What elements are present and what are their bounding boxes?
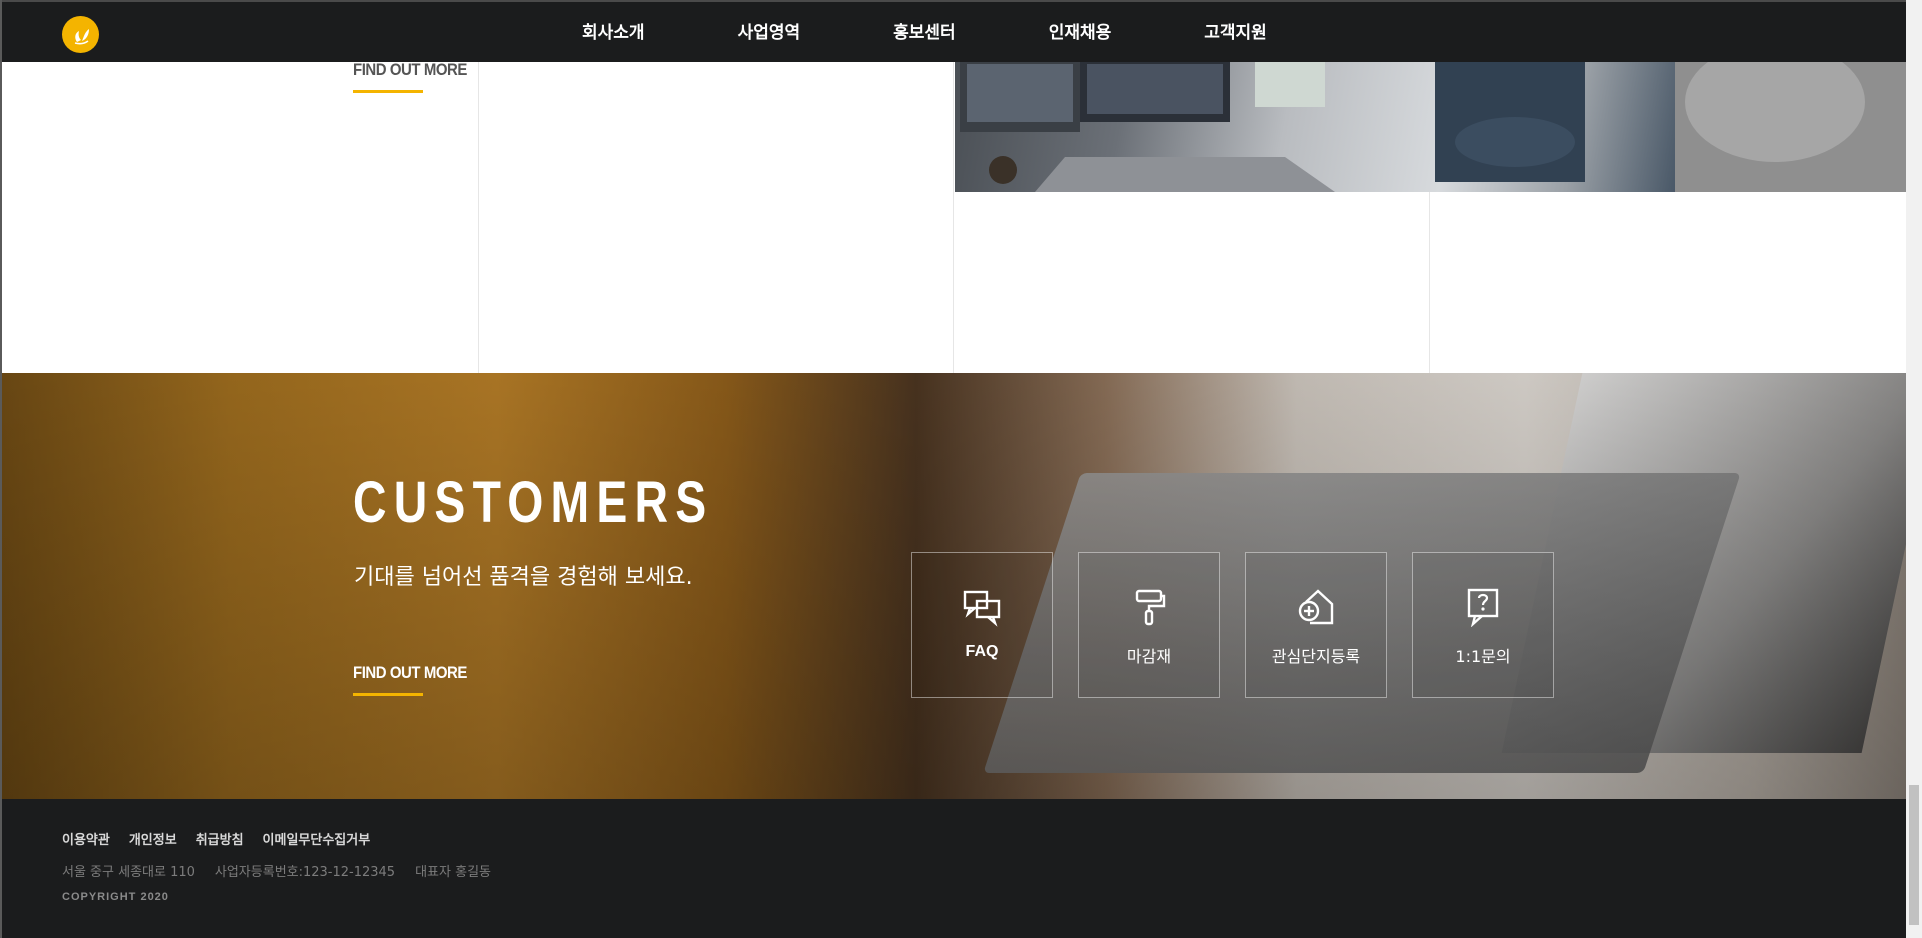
customers-banner: CUSTOMERS 기대를 넘어선 품격을 경험해 보세요. FIND OUT … bbox=[2, 373, 1906, 799]
footer-ceo: 대표자 홍길동 bbox=[415, 865, 491, 880]
upper-content-section: FIND OUT MORE bbox=[2, 60, 1906, 373]
nav-item-business[interactable]: 사업영역 bbox=[738, 2, 801, 62]
main-nav: 회사소개 사업영역 홍보센터 인재채용 고객지원 bbox=[582, 2, 1360, 62]
interest-complex-register-button[interactable]: 관심단지등록 bbox=[1245, 552, 1387, 698]
nav-item-support[interactable]: 고객지원 bbox=[1204, 2, 1267, 62]
footer-link-terms[interactable]: 이용약관 bbox=[62, 829, 110, 848]
customers-title: CUSTOMERS bbox=[353, 470, 714, 535]
paint-roller-icon bbox=[1135, 589, 1166, 626]
office-photo bbox=[955, 62, 1906, 192]
finishing-material-button[interactable]: 마감재 bbox=[1078, 552, 1220, 698]
find-out-more-underline bbox=[353, 90, 423, 93]
chat-bubbles-icon bbox=[963, 590, 1001, 627]
site-footer: 이용약관 개인정보 취급방침 이메일무단수집거부 서울 중구 세종대로 110 … bbox=[2, 799, 1906, 938]
site-header: 회사소개 사업영역 홍보센터 인재채용 고객지원 bbox=[2, 2, 1906, 62]
nav-item-recruit[interactable]: 인재채용 bbox=[1049, 2, 1112, 62]
footer-link-email-refusal[interactable]: 이메일무단수집거부 bbox=[263, 829, 371, 848]
house-add-icon bbox=[1298, 589, 1334, 625]
question-bubble-icon bbox=[1467, 588, 1499, 627]
customers-subtitle: 기대를 넘어선 품격을 경험해 보세요. bbox=[354, 565, 693, 590]
service-label: 마감재 bbox=[1126, 647, 1172, 666]
faq-button[interactable]: FAQ bbox=[911, 552, 1053, 698]
vertical-scrollbar[interactable] bbox=[1906, 0, 1922, 938]
service-label: FAQ bbox=[965, 643, 999, 660]
logo-icon[interactable] bbox=[62, 16, 99, 53]
footer-link-handling-policy[interactable]: 취급방침 bbox=[196, 829, 244, 848]
footer-address: 서울 중구 세종대로 110 bbox=[62, 865, 195, 880]
find-out-more-underline bbox=[353, 693, 423, 696]
copyright-text: COPYRIGHT 2020 bbox=[62, 891, 169, 903]
footer-links: 이용약관 개인정보 취급방침 이메일무단수집거부 bbox=[62, 829, 389, 848]
customers-find-out-more-link[interactable]: FIND OUT MORE bbox=[353, 663, 467, 683]
scrollbar-thumb[interactable] bbox=[1909, 785, 1919, 925]
service-label: 관심단지등록 bbox=[1271, 647, 1361, 666]
one-to-one-inquiry-button[interactable]: 1:1문의 bbox=[1412, 552, 1554, 698]
find-out-more-link[interactable]: FIND OUT MORE bbox=[353, 60, 467, 80]
footer-link-privacy[interactable]: 개인정보 bbox=[129, 829, 177, 848]
nav-item-pr-center[interactable]: 홍보센터 bbox=[893, 2, 956, 62]
footer-business-number: 사업자등록번호:123-12-12345 bbox=[214, 865, 396, 880]
column-divider bbox=[953, 62, 954, 373]
column-divider bbox=[478, 62, 479, 373]
footer-company-info: 서울 중구 세종대로 110 사업자등록번호:123-12-12345 대표자 … bbox=[62, 861, 511, 880]
nav-item-company[interactable]: 회사소개 bbox=[582, 2, 645, 62]
service-label: 1:1문의 bbox=[1455, 647, 1511, 666]
